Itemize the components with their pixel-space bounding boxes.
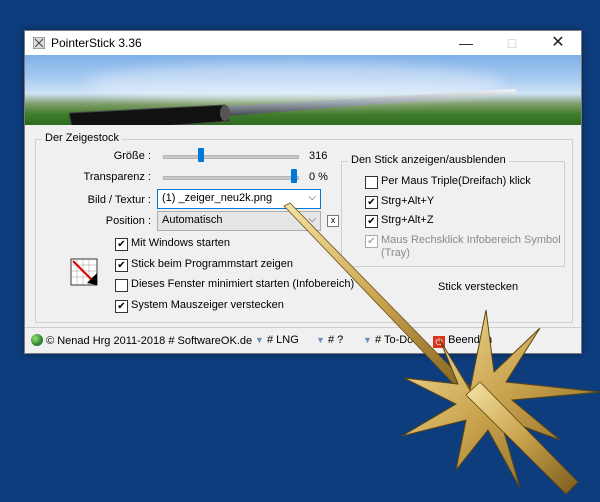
checkbox[interactable]: ✔ [365, 196, 378, 209]
status-bar: © Nenad Hrg 2011-2018 # SoftwareOK.de ▼ … [25, 327, 581, 354]
texture-label: Bild / Textur : [87, 194, 151, 206]
option-label: System Mauszeiger verstecken [131, 299, 284, 311]
option-label: Strg+Alt+Y [381, 195, 435, 207]
texture-select[interactable]: (1) _zeiger_neu2k.png ⌵ [157, 189, 321, 209]
option-label: Stick beim Programmstart zeigen [131, 258, 293, 270]
option-label: Mit Windows starten [131, 237, 231, 249]
transparency-value: 0 % [309, 171, 328, 183]
checkbox: ✔ [365, 235, 378, 248]
chevron-down-icon: ⌵ [308, 214, 316, 225]
size-label: Größe : [113, 150, 151, 162]
copyright-text: © Nenad Hrg 2011-2018 # SoftwareOK.de [46, 335, 253, 347]
size-value: 316 [309, 150, 328, 162]
checkbox[interactable]: ✔ [365, 215, 378, 228]
position-label: Position : [105, 215, 151, 227]
position-reset-button[interactable]: x [327, 215, 339, 227]
close-button[interactable]: ✕ [535, 31, 581, 55]
globe-icon [31, 334, 43, 346]
power-icon: ⏻ [433, 336, 445, 348]
option-label: Maus Rechsklick Infobereich Symbol [381, 234, 561, 246]
minimize-button[interactable]: — [443, 31, 489, 55]
group-pointer-stick-label: Der Zeigestock [42, 132, 122, 144]
dropdown-arrow-icon: ▼ [316, 335, 325, 345]
language-text: # LNG [266, 334, 299, 346]
texture-select-value: (1) _zeiger_neu2k.png [162, 192, 273, 204]
group-show-hide-label: Den Stick anzeigen/ausblenden [348, 154, 509, 166]
language-menu[interactable]: ▼ # LNG [255, 334, 299, 346]
chevron-down-icon: ⌵ [308, 192, 316, 203]
exit-button[interactable]: ⏻ Beenden [433, 334, 492, 348]
help-menu[interactable]: ▼ # ? [316, 334, 343, 346]
size-slider-track[interactable] [163, 155, 299, 159]
exit-text: Beenden [448, 334, 493, 346]
dropdown-arrow-icon: ▼ [363, 335, 372, 345]
todo-text: # To-Do [374, 334, 414, 346]
pointer-stick-butt [465, 381, 579, 495]
checkbox[interactable]: ✔ [115, 259, 128, 272]
option-label: Per Maus Triple(Dreifach) klick [381, 175, 531, 187]
option-label: Strg+Alt+Z [381, 214, 434, 226]
todo-menu[interactable]: ▼ # To-Do [363, 334, 413, 346]
transparency-slider-track[interactable] [163, 176, 299, 180]
banner-image [25, 55, 581, 125]
option-label-line2: (Tray) [381, 247, 410, 259]
checkbox[interactable] [365, 176, 378, 189]
window-title: PointerStick 3.36 [51, 36, 142, 50]
app-icon [33, 37, 45, 49]
help-text: # ? [327, 334, 344, 346]
checkbox[interactable]: ✔ [115, 300, 128, 313]
main-window: PointerStick 3.36 — □ ✕ Der Zeigestock G… [24, 30, 582, 354]
dropdown-arrow-icon: ▼ [255, 335, 264, 345]
option-label: Dieses Fenster minimiert starten (Infobe… [131, 278, 355, 290]
pointer-app-icon [70, 258, 98, 286]
maximize-button: □ [507, 35, 517, 51]
copyright-link[interactable]: © Nenad Hrg 2011-2018 # SoftwareOK.de [31, 334, 252, 347]
position-select-value: Automatisch [162, 214, 223, 226]
transparency-slider-thumb[interactable] [291, 169, 298, 183]
hide-stick-button[interactable]: Stick verstecken [438, 281, 518, 293]
size-slider-thumb[interactable] [197, 148, 204, 162]
checkbox[interactable] [115, 279, 128, 292]
position-select[interactable]: Automatisch ⌵ [157, 211, 321, 231]
banner-stick-image [68, 89, 517, 125]
transparency-label: Transparenz : [83, 171, 151, 183]
checkbox[interactable]: ✔ [115, 238, 128, 251]
title-bar[interactable]: PointerStick 3.36 — □ ✕ [25, 31, 581, 55]
